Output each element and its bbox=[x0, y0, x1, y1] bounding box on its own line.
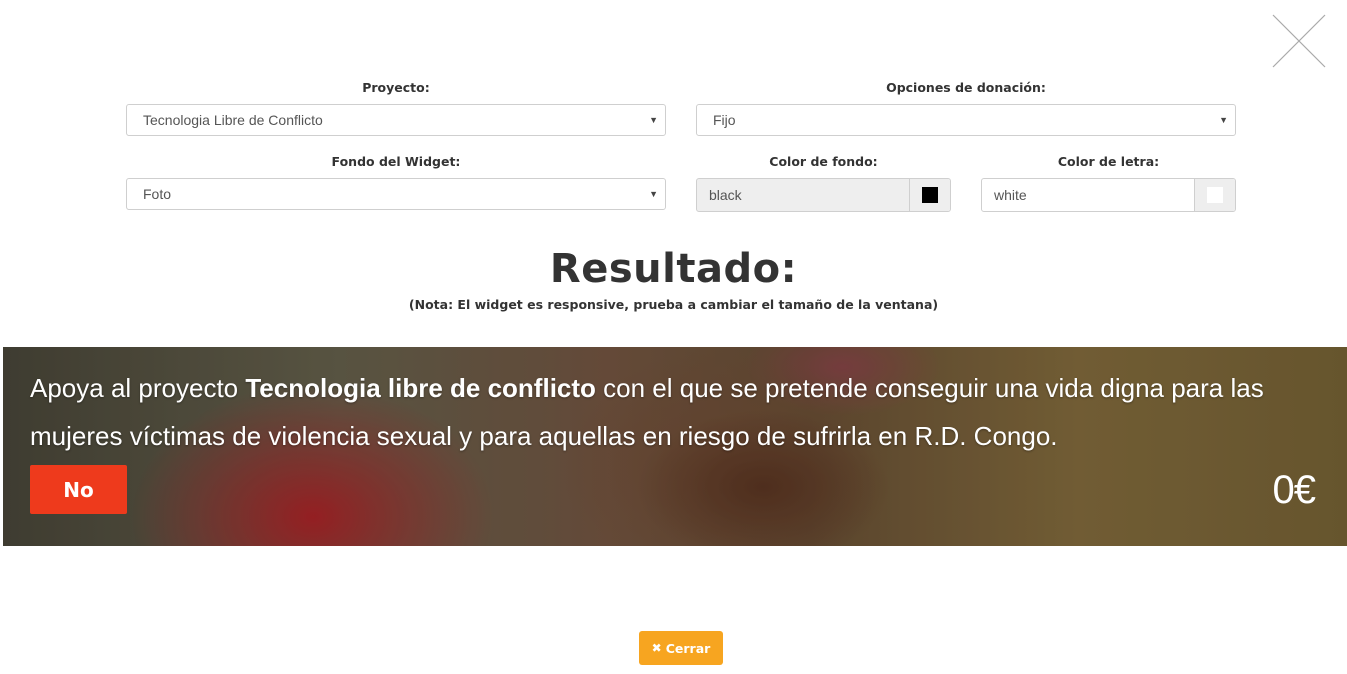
result-note: (Nota: El widget es responsive, prueba a… bbox=[408, 297, 939, 312]
color-fondo-input[interactable]: black bbox=[696, 178, 951, 212]
color-fondo-label: Color de fondo: bbox=[769, 154, 878, 169]
fondo-widget-value: Foto bbox=[143, 186, 172, 202]
opciones-donacion-value: Fijo bbox=[713, 112, 736, 128]
color-swatch-icon bbox=[1207, 187, 1223, 203]
color-letra-value[interactable]: white bbox=[982, 179, 1194, 211]
color-letra-picker[interactable] bbox=[1194, 179, 1235, 211]
widget-amount: 0€ bbox=[1272, 468, 1316, 512]
proyecto-label: Proyecto: bbox=[362, 80, 430, 95]
opciones-donacion-select[interactable]: Fijo ▼ bbox=[696, 104, 1236, 136]
times-icon: ✖ bbox=[651, 641, 662, 655]
color-letra-input[interactable]: white bbox=[981, 178, 1236, 212]
cerrar-label: Cerrar bbox=[665, 640, 711, 656]
caret-down-icon: ▼ bbox=[1219, 115, 1228, 125]
widget-no-button[interactable]: No bbox=[30, 465, 127, 514]
close-dialog-icon[interactable] bbox=[1271, 13, 1327, 69]
color-fondo-value[interactable]: black bbox=[697, 179, 909, 211]
color-swatch-icon bbox=[922, 187, 938, 203]
color-letra-label: Color de letra: bbox=[1057, 154, 1160, 169]
opciones-donacion-label: Opciones de donación: bbox=[886, 80, 1046, 95]
caret-down-icon: ▼ bbox=[649, 189, 658, 199]
result-title: Resultado: bbox=[549, 246, 798, 292]
widget-description: Apoya al proyecto Tecnologia libre de co… bbox=[30, 364, 1340, 460]
widget-text-before: Apoya al proyecto bbox=[30, 373, 246, 403]
color-fondo-picker[interactable] bbox=[909, 179, 950, 211]
proyecto-select[interactable]: Tecnologia Libre de Conflicto ▼ bbox=[126, 104, 666, 136]
fondo-widget-label: Fondo del Widget: bbox=[331, 154, 461, 169]
widget-project-name: Tecnologia libre de conflicto bbox=[245, 373, 596, 403]
cerrar-button[interactable]: ✖ Cerrar bbox=[639, 631, 723, 665]
proyecto-value: Tecnologia Libre de Conflicto bbox=[143, 112, 323, 128]
fondo-widget-select[interactable]: Foto ▼ bbox=[126, 178, 666, 210]
caret-down-icon: ▼ bbox=[649, 115, 658, 125]
widget-preview: Apoya al proyecto Tecnologia libre de co… bbox=[3, 347, 1347, 546]
